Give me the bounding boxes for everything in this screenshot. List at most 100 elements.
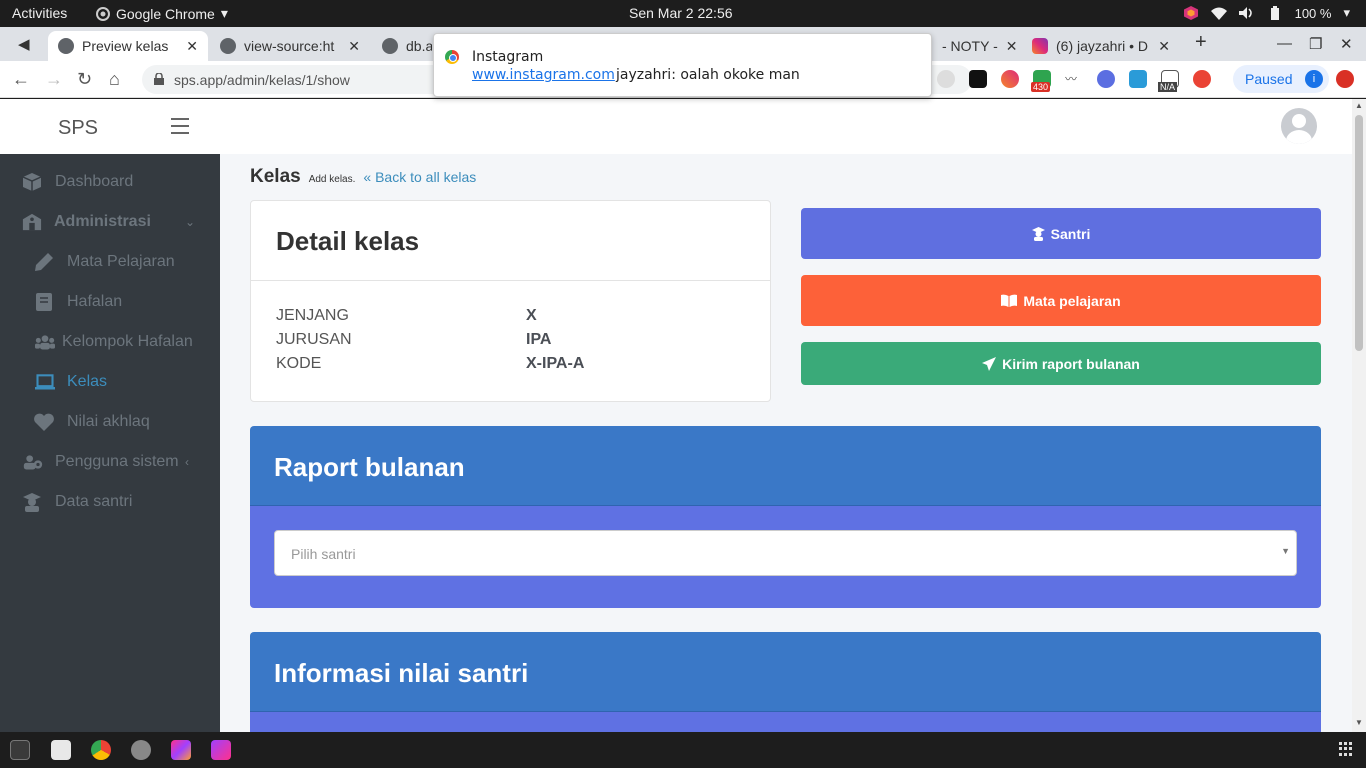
sidebar-item-mata-pelajaran[interactable]: Mata Pelajaran xyxy=(0,244,220,280)
link-extension-icon[interactable]: 〰 xyxy=(1065,70,1083,88)
chrome-icon xyxy=(445,50,459,64)
check-extension-icon[interactable] xyxy=(1097,70,1115,88)
sidebar-item-kelas[interactable]: Kelas xyxy=(0,364,220,400)
sidebar-item-label: Kelas xyxy=(67,373,108,390)
close-icon[interactable]: ✕ xyxy=(186,38,198,55)
back-to-all-kelas-link[interactable]: « Back to all kelas xyxy=(363,169,476,185)
update-icon[interactable] xyxy=(1336,70,1354,88)
menu-toggle-icon[interactable] xyxy=(171,118,189,134)
close-window-icon[interactable]: ✕ xyxy=(1340,35,1353,53)
tab-preview-kelas[interactable]: Preview kelas ✕ xyxy=(48,31,208,61)
terminal-icon[interactable] xyxy=(10,740,30,760)
button-label: Kirim raport bulanan xyxy=(1002,355,1140,372)
kirim-raport-bulanan-button[interactable]: Kirim raport bulanan xyxy=(801,342,1321,385)
double-chevron-left-icon: « xyxy=(363,169,372,185)
users-icon xyxy=(35,332,55,352)
sidebar-item-hafalan[interactable]: Hafalan xyxy=(0,284,220,320)
page-scrollbar[interactable]: ▲ ▼ xyxy=(1352,99,1366,732)
globe-icon xyxy=(220,38,236,54)
extension-badge: 430 xyxy=(1031,82,1051,92)
minimize-icon[interactable]: — xyxy=(1277,35,1292,52)
tab-view-source[interactable]: view-source:ht ✕ xyxy=(210,31,370,61)
heart-icon xyxy=(34,412,54,432)
tab-title: view-source:ht xyxy=(244,38,335,54)
open-book-icon xyxy=(1001,294,1018,307)
settings-icon[interactable] xyxy=(131,740,151,760)
scrollbar-thumb[interactable] xyxy=(1355,115,1363,351)
jb-extension-icon[interactable] xyxy=(969,70,987,88)
tab-title: - NOTY - xyxy=(942,38,998,54)
new-tab-button[interactable]: + xyxy=(1195,31,1207,54)
sidebar-item-administrasi[interactable]: Administrasi ⌄ xyxy=(0,204,220,240)
scroll-down-icon[interactable]: ▼ xyxy=(1355,718,1363,727)
brand-logo[interactable]: SPS xyxy=(58,117,98,140)
bolt-extension-icon[interactable] xyxy=(1193,70,1211,88)
profile-paused-button[interactable]: Paused i xyxy=(1233,65,1329,93)
pilih-santri-select[interactable]: Pilih santri ▼ xyxy=(274,530,1297,576)
chrome-icon[interactable] xyxy=(91,740,111,760)
instagram-notification[interactable]: Instagram www.instagram.com jayzahri: oa… xyxy=(433,33,932,97)
pencil-icon xyxy=(34,252,54,272)
section-title: Raport bulanan xyxy=(250,426,1321,506)
sidebar-item-label: Administrasi xyxy=(54,213,151,230)
info-icon: i xyxy=(1305,70,1323,88)
select-placeholder: Pilih santri xyxy=(291,546,356,562)
page-subtitle: Add kelas. xyxy=(308,174,356,185)
tab-audio-icon[interactable]: ◀︎ xyxy=(18,35,30,53)
tab-noty[interactable]: - NOTY - ✕ xyxy=(932,31,1020,61)
system-tray[interactable]: 100 % ▾ xyxy=(1183,5,1350,21)
activities-button[interactable]: Activities xyxy=(12,5,67,21)
close-icon[interactable]: ✕ xyxy=(1158,38,1170,55)
home-icon[interactable]: ⌂ xyxy=(109,69,120,90)
globe-icon xyxy=(382,38,398,54)
tab-db[interactable]: db.a xyxy=(372,31,432,61)
sidebar-item-label: Mata Pelajaran xyxy=(67,253,175,270)
fi-extension-icon[interactable] xyxy=(1129,70,1147,88)
tab-instagram[interactable]: (6) jayzahri • D ✕ xyxy=(1022,31,1180,61)
extension-icon[interactable] xyxy=(937,70,955,88)
sidebar-item-dashboard[interactable]: Dashboard xyxy=(0,164,220,200)
chevron-down-icon: ▾ xyxy=(220,5,228,21)
close-icon[interactable]: ✕ xyxy=(1006,38,1018,55)
detail-value: X xyxy=(526,307,537,324)
restore-icon[interactable]: ❐ xyxy=(1309,35,1322,53)
chevron-down-icon: ▼ xyxy=(1281,546,1290,556)
close-icon[interactable]: ✕ xyxy=(348,38,360,55)
tab-title: db.a xyxy=(406,38,432,54)
avatar[interactable] xyxy=(1281,108,1317,144)
sidebar-item-label: Dashboard xyxy=(55,173,134,190)
jetbrains-toolbox-icon[interactable] xyxy=(171,740,191,760)
raport-bulanan-section: Raport bulanan Pilih santri ▼ xyxy=(250,426,1321,608)
sidebar-item-label: Data santri xyxy=(55,493,133,510)
chevron-down-icon: ▾ xyxy=(1343,5,1350,20)
sidebar-item-data-santri[interactable]: Data santri xyxy=(0,484,220,520)
instagram-icon xyxy=(1032,38,1048,54)
detail-label: JENJANG xyxy=(276,307,349,324)
section-body: Pilih santri ▼ xyxy=(250,506,1321,608)
santri-button[interactable]: Santri xyxy=(801,208,1321,259)
scroll-up-icon[interactable]: ▲ xyxy=(1355,101,1363,110)
reload-icon[interactable]: ↻ xyxy=(77,69,92,90)
graduate-icon xyxy=(22,492,42,512)
app-menu[interactable]: Google Chrome ▾ xyxy=(96,5,228,22)
graduate-icon xyxy=(1031,226,1045,241)
back-arrow-icon[interactable]: ← xyxy=(12,69,30,90)
sidebar-item-pengguna-sistem[interactable]: Pengguna sistem ‹ xyxy=(0,444,220,480)
button-label: Santri xyxy=(1050,225,1091,242)
mata-pelajaran-button[interactable]: Mata pelajaran xyxy=(801,275,1321,326)
notification-source-link[interactable]: www.instagram.com xyxy=(472,67,615,83)
clock[interactable]: Sen Mar 2 22:56 xyxy=(629,5,733,21)
phpstorm-icon[interactable] xyxy=(211,740,231,760)
files-icon[interactable] xyxy=(51,740,71,760)
forward-arrow-icon[interactable]: → xyxy=(45,69,63,90)
tab-title: (6) jayzahri • D xyxy=(1056,38,1149,54)
url-text: sps.app/admin/kelas/1/show xyxy=(174,72,350,88)
detail-value: IPA xyxy=(526,331,552,348)
sidebar-item-nilai-akhlaq[interactable]: Nilai akhlaq xyxy=(0,404,220,440)
users-cog-icon xyxy=(23,452,43,472)
battery-icon xyxy=(1270,6,1279,20)
lock-icon xyxy=(154,73,164,85)
instagram-extension-icon[interactable] xyxy=(1001,70,1019,88)
show-applications-icon[interactable] xyxy=(1339,742,1353,756)
sidebar-item-kelompok-hafalan[interactable]: Kelompok Hafalan xyxy=(0,324,220,360)
